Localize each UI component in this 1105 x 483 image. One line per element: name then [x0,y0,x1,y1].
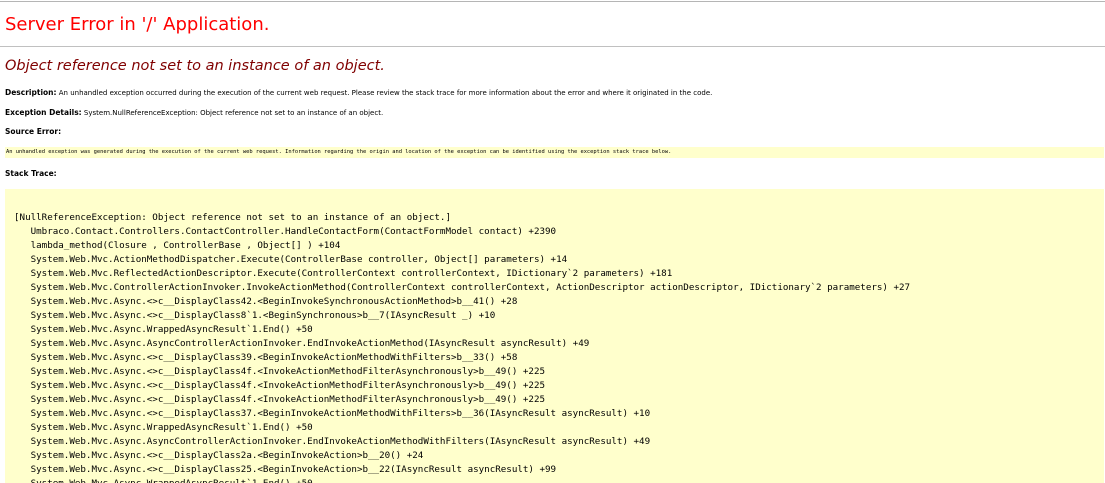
error-message-heading: Object reference not set to an instance … [5,58,385,74]
description-text: An unhandled exception occurred during t… [58,89,713,97]
stack-trace-label: Stack Trace: [5,169,57,178]
stack-trace-line: System.Web.Mvc.Async.<>c__DisplayClass4f… [14,394,546,405]
stack-trace-line: System.Web.Mvc.Async.<>c__DisplayClass39… [14,352,518,363]
stack-trace-line: System.Web.Mvc.Async.<>c__DisplayClass4f… [14,380,546,391]
stack-trace-line: Umbraco.Contact.Controllers.ContactContr… [14,226,557,237]
stack-trace-line: lambda_method(Closure , ControllerBase ,… [14,240,341,251]
stack-trace-line: System.Web.Mvc.Async.<>c__DisplayClass2a… [14,450,424,461]
description-label: Description: [5,88,57,97]
stack-trace-line: System.Web.Mvc.Async.WrappedAsyncResult`… [14,477,313,483]
stack-trace-line: System.Web.Mvc.Async.AsyncControllerActi… [14,436,651,447]
stack-trace-line: System.Web.Mvc.Async.AsyncControllerActi… [14,338,590,349]
stack-trace-line: [NullReferenceException: Object referenc… [14,212,451,223]
top-border [0,1,1105,2]
stack-trace-line: System.Web.Mvc.Async.WrappedAsyncResult`… [14,324,313,335]
source-error-label: Source Error: [5,127,62,136]
stack-trace-line: System.Web.Mvc.Async.WrappedAsyncResult`… [14,422,313,433]
source-error-box: An unhandled exception was generated dur… [5,147,1104,158]
stack-trace-line: System.Web.Mvc.Async.<>c__DisplayClass37… [14,408,651,419]
exception-details-section: Exception Details: System.NullReferenceE… [5,108,383,117]
exception-details-label: Exception Details: [5,108,82,117]
stack-trace-box: [NullReferenceException: Object referenc… [5,189,1104,483]
stack-trace-line: System.Web.Mvc.ReflectedActionDescriptor… [14,268,673,279]
stack-trace-line: System.Web.Mvc.ControllerActionInvoker.I… [14,282,911,293]
title-divider [0,46,1105,47]
stack-trace-line: System.Web.Mvc.Async.<>c__DisplayClass25… [14,464,557,475]
stack-trace-line: System.Web.Mvc.Async.<>c__DisplayClass42… [14,296,518,307]
stack-trace-line: System.Web.Mvc.Async.<>c__DisplayClass4f… [14,366,546,377]
exception-details-text: System.NullReferenceException: Object re… [83,109,384,117]
stack-trace-line: System.Web.Mvc.Async.<>c__DisplayClass8`… [14,310,496,321]
page-title: Server Error in '/' Application. [5,14,270,35]
description-section: Description: An unhandled exception occu… [5,88,712,97]
stack-trace-line: System.Web.Mvc.ActionMethodDispatcher.Ex… [14,254,568,265]
source-error-text: An unhandled exception was generated dur… [6,149,672,155]
